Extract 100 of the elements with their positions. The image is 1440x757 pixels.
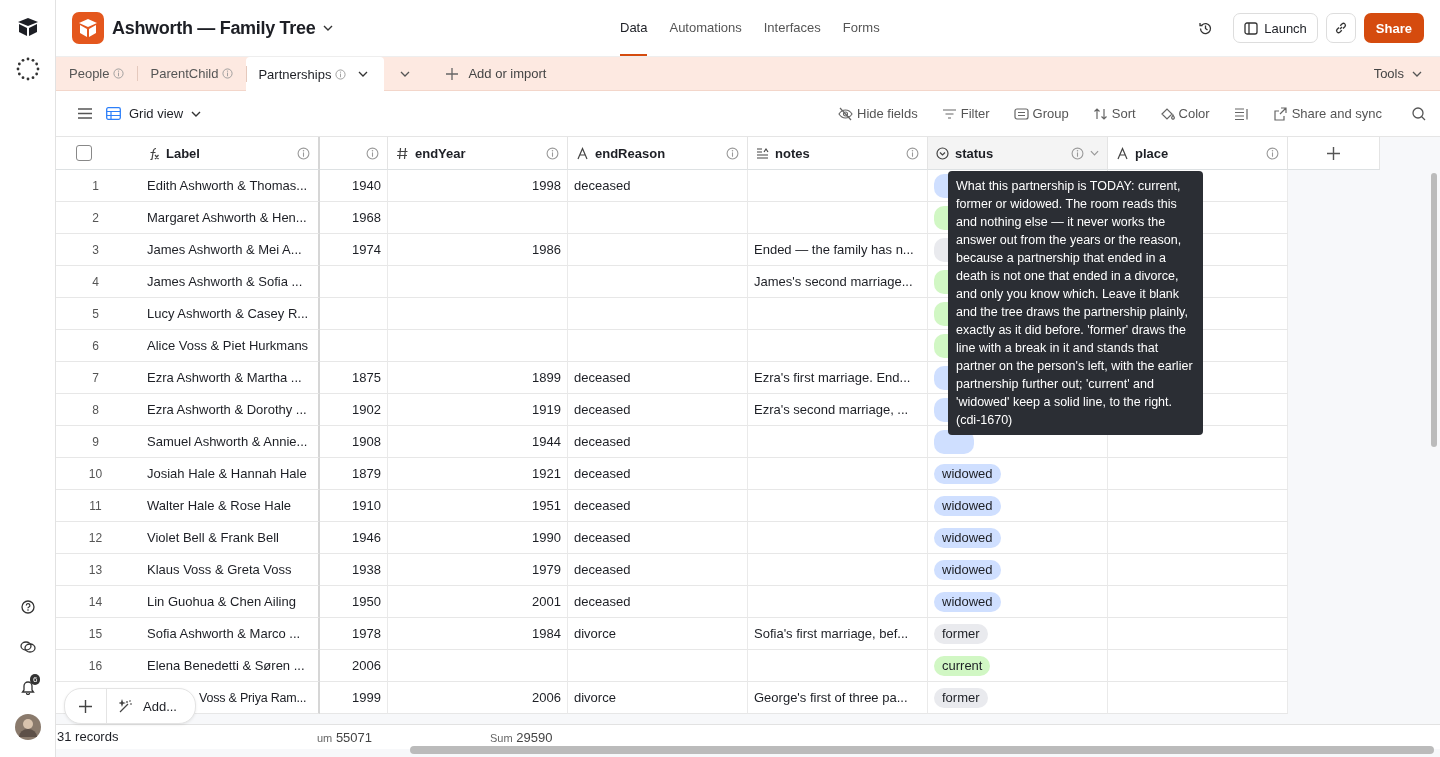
table-cell: 1984	[388, 618, 568, 650]
table-cell: 1951	[388, 490, 568, 522]
row-number: 1	[56, 170, 135, 202]
info-icon	[113, 68, 125, 79]
ai-add-button[interactable]: Add...	[106, 689, 195, 723]
table-tab[interactable]: People	[56, 57, 138, 90]
table-cell: Alice Voss & Piet Hurkmans	[135, 330, 320, 362]
status-tag: widowed	[934, 463, 1001, 484]
table-cell: 1875	[320, 362, 388, 394]
table-cell: 1919	[388, 394, 568, 426]
column-name: notes	[775, 145, 810, 161]
table-cell	[320, 266, 388, 298]
column-summary: um 55071	[317, 730, 373, 745]
table-cell: 1968	[320, 202, 388, 234]
status-tag: widowed	[934, 559, 1001, 580]
table-cell: deceased	[568, 426, 748, 458]
sort-icon	[1092, 106, 1108, 121]
status-tag: widowed	[934, 495, 1001, 516]
toolbar-button[interactable]: Group	[1013, 106, 1069, 121]
table-cell: deceased	[568, 170, 748, 202]
view-switcher[interactable]: Grid view	[106, 106, 202, 121]
status-tag: current	[934, 655, 991, 676]
share-button[interactable]: Share	[1363, 13, 1424, 43]
loading-icon	[15, 57, 40, 81]
table-cell: deceased	[568, 554, 748, 586]
nav-tab[interactable]: Forms	[842, 0, 880, 56]
avatar[interactable]	[14, 714, 41, 740]
add-field-button[interactable]	[1288, 137, 1380, 170]
base-title[interactable]: Ashworth — Family Tree	[112, 17, 334, 39]
column-header[interactable]: Label	[135, 137, 320, 170]
add-or-import-button[interactable]: Add or import	[426, 57, 565, 90]
table-cell: Samuel Ashworth & Annie...	[135, 426, 320, 458]
link-icon	[1333, 21, 1348, 35]
table-cell: deceased	[568, 586, 748, 618]
menu-icon[interactable]	[78, 108, 92, 119]
toolbar-button[interactable]: Filter	[941, 106, 990, 121]
table-cell: 1978	[320, 618, 388, 650]
column-header[interactable]: endYear	[388, 137, 568, 170]
text-field-icon	[1116, 146, 1129, 160]
chevron-icon	[1412, 70, 1422, 77]
table-cell: 2001	[388, 586, 568, 618]
table-cell: 1902	[320, 394, 388, 426]
column-header[interactable]: notes	[748, 137, 928, 170]
table-cell: 1938	[320, 554, 388, 586]
nav-tab[interactable]: Automations	[669, 0, 742, 56]
bell-icon[interactable]	[21, 680, 35, 695]
toolbar-button[interactable]: Hide fields	[838, 106, 918, 121]
community-icon[interactable]	[19, 640, 36, 654]
vertical-scrollbar[interactable]	[1431, 173, 1437, 447]
row-number: 13	[56, 554, 135, 586]
select-all-checkbox[interactable]	[76, 145, 92, 161]
horizontal-scrollbar[interactable]	[410, 746, 1434, 754]
chevron-icon	[323, 25, 334, 31]
table-cell: Margaret Ashworth & Hen...	[135, 202, 320, 234]
paint-bucket-icon	[1159, 106, 1175, 121]
row-height-button[interactable]	[1233, 106, 1249, 121]
nav-tab[interactable]: Interfaces	[763, 0, 821, 56]
external-link-icon	[1272, 106, 1288, 121]
table-cell: 1974	[320, 234, 388, 266]
status-tag: former	[934, 623, 988, 644]
column-header[interactable]: endReason	[568, 137, 748, 170]
table-tab[interactable]: Partnerships	[246, 57, 385, 91]
table-cell: Sofia Ashworth & Marco ...	[135, 618, 320, 650]
table-cell: George's first of three pa...	[748, 682, 928, 714]
logo-icon[interactable]	[16, 16, 39, 38]
table-cell: 1998	[388, 170, 568, 202]
table-cell: Violet Bell & Frank Bell	[135, 522, 320, 554]
toolbar-button[interactable]: Share and sync	[1272, 106, 1382, 121]
history-icon[interactable]	[1198, 20, 1214, 36]
app-logo-icon[interactable]	[72, 12, 104, 44]
launch-button[interactable]: Launch	[1233, 13, 1318, 43]
copy-link-button[interactable]	[1325, 13, 1356, 43]
formula-field-icon	[147, 146, 160, 160]
record-count: 31 records	[57, 729, 119, 744]
table-cell: Josiah Hale & Hannah Hale	[135, 458, 320, 490]
row-number: 15	[56, 618, 135, 650]
chevron-icon	[1090, 150, 1099, 156]
search-icon[interactable]	[1412, 106, 1426, 121]
filter-icon	[941, 106, 957, 121]
table-cell: Walter Hale & Rose Hale	[135, 490, 320, 522]
chevron-icon	[400, 70, 411, 77]
row-number: 8	[56, 394, 135, 426]
tools-button[interactable]: Tools	[1355, 57, 1440, 90]
column-header[interactable]: status	[928, 137, 1108, 170]
row-number: 11	[56, 490, 135, 522]
table-tab[interactable]: ParentChild	[137, 57, 247, 90]
row-number: 5	[56, 298, 135, 330]
row-number: 2	[56, 202, 135, 234]
table-cell: Ended — the family has n...	[748, 234, 928, 266]
help-icon[interactable]	[20, 600, 35, 614]
chevron-icon	[358, 71, 369, 77]
table-cell: James Ashworth & Mei A...	[135, 234, 320, 266]
row-number: 4	[56, 266, 135, 298]
column-header[interactable]: place	[1108, 137, 1288, 170]
toolbar-button[interactable]: Color	[1159, 106, 1210, 121]
table-cell: divorce	[568, 618, 748, 650]
row-number: 7	[56, 362, 135, 394]
table-cell: 2006	[320, 650, 388, 682]
toolbar-button[interactable]: Sort	[1092, 106, 1136, 121]
magic-wand-icon	[119, 699, 133, 713]
